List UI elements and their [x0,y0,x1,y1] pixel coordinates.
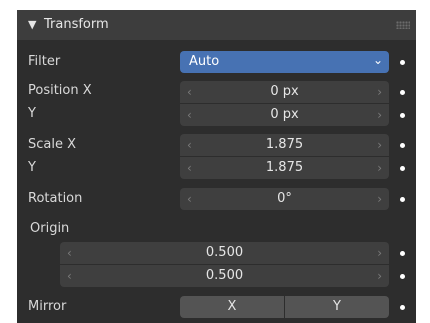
origin-label: Origin [30,221,70,236]
keyframe-dot-icon[interactable] [400,197,405,202]
drag-grip-icon[interactable] [396,21,410,29]
filter-label: Filter [28,54,61,69]
increment-arrow-icon[interactable]: › [377,81,382,103]
keyframe-dot-icon[interactable] [400,90,405,95]
mirror-x-toggle[interactable]: X [180,296,284,318]
position-x-label: Position X [28,83,92,98]
scale-y-value: 1.875 [265,160,304,175]
position-y-field[interactable]: ‹ 0 px › [180,104,389,126]
keyframe-dot-icon[interactable] [400,251,405,256]
mirror-label: Mirror [28,299,67,314]
increment-arrow-icon[interactable]: › [377,157,382,179]
filter-value: Auto [189,54,220,69]
origin-y-value: 0.500 [205,268,244,283]
origin-x-value: 0.500 [205,245,244,260]
keyframe-dot-icon[interactable] [400,143,405,148]
scale-y-label: Y [28,160,36,175]
panel-header[interactable]: ▼ Transform [17,10,416,40]
keyframe-dot-icon[interactable] [400,113,405,118]
keyframe-dot-icon[interactable] [400,60,405,65]
keyframe-dot-icon[interactable] [400,305,405,310]
rotation-label: Rotation [28,191,83,206]
increment-arrow-icon[interactable]: › [377,104,382,126]
position-x-value: 0 px [270,84,299,99]
increment-arrow-icon[interactable]: › [377,188,382,210]
rotation-field[interactable]: ‹ 0° › [180,188,389,210]
panel-title: Transform [44,17,109,32]
position-x-field[interactable]: ‹ 0 px › [180,81,389,103]
rotation-value: 0° [277,191,292,206]
scale-x-value: 1.875 [265,137,304,152]
scale-y-field[interactable]: ‹ 1.875 › [180,157,389,179]
filter-dropdown[interactable]: Auto ⌄ [180,51,389,73]
position-y-label: Y [28,106,36,121]
scale-x-field[interactable]: ‹ 1.875 › [180,134,389,156]
origin-x-field[interactable]: ‹ 0.500 › [60,242,389,264]
collapse-triangle-icon[interactable]: ▼ [28,18,36,31]
mirror-y-toggle[interactable]: Y [285,296,389,318]
transform-panel: ▼ Transform Filter Auto ⌄ Position X ‹ 0… [17,10,416,323]
increment-arrow-icon[interactable]: › [377,242,382,264]
increment-arrow-icon[interactable]: › [377,134,382,156]
scale-x-label: Scale X [28,137,77,152]
keyframe-dot-icon[interactable] [400,166,405,171]
keyframe-dot-icon[interactable] [400,274,405,279]
origin-y-field[interactable]: ‹ 0.500 › [60,265,389,287]
chevron-down-icon: ⌄ [372,53,383,67]
position-y-value: 0 px [270,107,299,122]
increment-arrow-icon[interactable]: › [377,265,382,287]
